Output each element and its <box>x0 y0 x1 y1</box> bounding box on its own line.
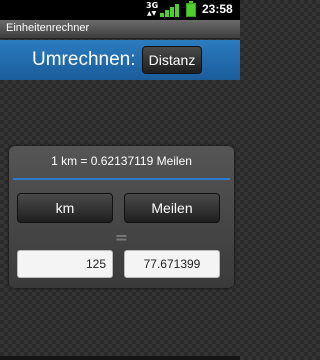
output-value-field[interactable]: 77.671399 <box>124 250 220 278</box>
data-activity-icon: ▲▼ <box>147 10 157 17</box>
app-title-bar: Einheitenrechner <box>0 20 240 39</box>
from-unit-button[interactable]: km <box>17 193 113 223</box>
equals-sign: = <box>114 228 129 247</box>
to-unit-button[interactable]: Meilen <box>124 193 220 223</box>
bottom-edge <box>0 356 240 360</box>
status-bar: 3G ▲▼ 23:58 <box>0 0 240 20</box>
conversion-panel: 1 km = 0.62137119 Meilen km Meilen = 125… <box>9 146 234 288</box>
battery-icon <box>186 1 196 17</box>
conversion-factor-text: 1 km = 0.62137119 Meilen <box>51 154 192 168</box>
network-type: 3G <box>146 1 159 10</box>
convert-label: Umrechnen: <box>32 49 136 70</box>
signal-strength-icon <box>160 3 184 17</box>
divider <box>13 178 230 180</box>
status-time: 23:58 <box>202 2 233 16</box>
category-header: Umrechnen: Distanz <box>0 40 240 80</box>
input-value-field[interactable]: 125 <box>17 250 113 278</box>
category-button[interactable]: Distanz <box>142 46 202 74</box>
app-title: Einheitenrechner <box>6 22 90 34</box>
